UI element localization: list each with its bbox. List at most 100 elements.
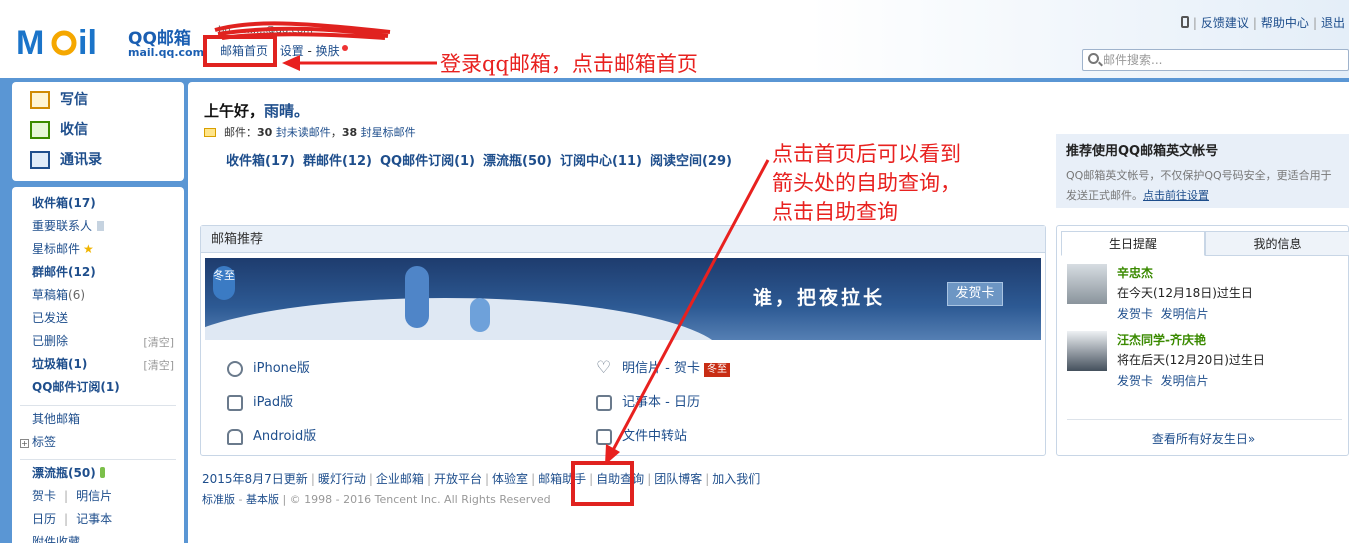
tags-folder[interactable]: + 标签	[20, 432, 56, 452]
folder-sent[interactable]: 已发送	[32, 308, 68, 328]
logout-link[interactable]: 退出	[1321, 16, 1345, 30]
starred-link[interactable]: 封星标邮件	[361, 126, 416, 139]
left-sidebar: 写信 收信 通讯录 收件箱(17) 重要联系人 星标邮件 ★ 群邮件(12) 草稿…	[12, 82, 184, 543]
compose-label: 写信	[60, 92, 88, 108]
promo-desc: QQ邮箱英文帐号，不仅保护QQ号码安全，更适合用于发送正式邮件。点击前往设置	[1066, 166, 1339, 206]
folder-group-mail[interactable]: 群邮件(12)	[32, 262, 96, 282]
cards-row: 贺卡 | 明信片	[32, 489, 113, 503]
svg-text:il: il	[78, 24, 97, 62]
birthday-date: 在今天(12月18日)过生日	[1117, 286, 1253, 300]
friend-name[interactable]: 汪杰同学-齐庆艳	[1117, 331, 1206, 348]
shortcut-subscription[interactable]: QQ邮件订阅(1)	[380, 154, 475, 169]
friend-name[interactable]: 辛忠杰	[1117, 264, 1153, 281]
envelope-icon	[204, 128, 216, 137]
footer-join-us[interactable]: 加入我们	[712, 472, 760, 486]
birthday-tabs: 生日提醒 我的信息	[1061, 231, 1349, 256]
app-label: iPhone版	[253, 361, 310, 376]
winter-banner[interactable]: 冬至 谁，把夜拉长 发贺卡	[205, 258, 1041, 340]
shortcut-group[interactable]: 群邮件(12)	[303, 154, 372, 169]
file-transfer-link[interactable]: 文件中转站	[596, 427, 687, 447]
banner-slogan: 谁，把夜拉长	[753, 287, 886, 309]
annotation-line: 箭头处的自助查询，	[772, 171, 961, 195]
mail-search-input[interactable]: 邮件搜索...	[1082, 49, 1349, 71]
app-label: 明信片 - 贺卡	[622, 361, 700, 376]
other-mailboxes[interactable]: 其他邮箱	[32, 409, 80, 429]
folder-starred[interactable]: 星标邮件 ★	[32, 239, 94, 259]
send-postcard-link[interactable]: 发明信片	[1161, 307, 1209, 321]
send-card-link[interactable]: 发贺卡	[1117, 307, 1153, 321]
english-account-promo: 推荐使用QQ邮箱英文帐号 QQ邮箱英文帐号，不仅保护QQ号码安全，更适合用于发送…	[1056, 134, 1349, 208]
folder-count: (6)	[68, 288, 86, 302]
folder-qq-subscription[interactable]: QQ邮件订阅(1)	[32, 377, 120, 397]
calendar-link[interactable]: 日历	[32, 512, 56, 526]
ipad-app-link[interactable]: iPad版	[227, 393, 293, 413]
promo-settings-link[interactable]: 点击前往设置	[1143, 189, 1209, 202]
postcard-link[interactable]: 明信片	[76, 489, 112, 503]
footer-enterprise[interactable]: 企业邮箱	[376, 472, 424, 486]
mail-prefix: 邮件：	[224, 126, 257, 139]
clear-trash-link[interactable]: [清空]	[143, 357, 174, 373]
annotation-line: 点击首页后可以看到	[772, 142, 961, 166]
shortcut-inbox[interactable]: 收件箱(17)	[226, 154, 295, 169]
tab-birthday[interactable]: 生日提醒	[1061, 231, 1205, 256]
birthday-person: 辛忠杰 在今天(12月18日)过生日 发贺卡 发明信片	[1067, 264, 1337, 326]
standard-version-link[interactable]: 标准版	[202, 493, 235, 506]
folder-trash[interactable]: 垃圾箱(1)	[32, 354, 87, 374]
footer-update[interactable]: 2015年8月7日更新	[202, 472, 308, 486]
notebook-app-link[interactable]: 记事本 - 日历	[596, 393, 700, 413]
avatar[interactable]	[1067, 331, 1107, 371]
attachment-favorites[interactable]: 附件收藏	[32, 532, 80, 543]
shortcut-subscribe-center[interactable]: 订阅中心(11)	[560, 154, 642, 169]
greeting-card-link[interactable]: 贺卡	[32, 489, 56, 503]
highlight-box-self-service	[571, 461, 634, 506]
iphone-app-link[interactable]: iPhone版	[227, 359, 310, 379]
settings-link[interactable]: 设置	[280, 44, 304, 58]
avatar[interactable]	[1067, 264, 1107, 304]
person-actions: 发贺卡 发明信片	[1117, 305, 1209, 322]
search-placeholder: 邮件搜索...	[1103, 53, 1163, 67]
shortcut-bottle[interactable]: 漂流瓶(50)	[483, 154, 552, 169]
qqmail-logo[interactable]: M il	[16, 22, 126, 62]
send-postcard-link[interactable]: 发明信片	[1161, 374, 1209, 388]
user-name[interactable]: 雨晴。	[264, 102, 309, 120]
android-app-link[interactable]: Android版	[227, 427, 316, 447]
unread-link[interactable]: 封未读邮件	[276, 126, 331, 139]
all-birthdays-link[interactable]: 查看所有好友生日»	[1057, 430, 1349, 447]
compose-button[interactable]: 写信	[30, 88, 88, 112]
clear-deleted-link[interactable]: [清空]	[143, 334, 174, 350]
notebook-link[interactable]: 记事本	[76, 512, 112, 526]
postcard-app-link[interactable]: ♡ 明信片 - 贺卡 冬至	[596, 359, 730, 379]
skin-link[interactable]: 换肤	[316, 44, 340, 58]
send-card-button[interactable]: 发贺卡	[947, 282, 1003, 306]
folder-drafts[interactable]: 草稿箱(6)	[32, 285, 85, 305]
contacts-label: 通讯录	[60, 152, 102, 168]
heart-icon: ♡	[596, 358, 612, 378]
snow-hill	[205, 298, 725, 340]
footer-lab[interactable]: 体验室	[492, 472, 528, 486]
shortcut-reading-space[interactable]: 阅读空间(29)	[650, 154, 732, 169]
folder-deleted[interactable]: 已删除	[32, 331, 68, 351]
help-link[interactable]: 帮助中心	[1261, 16, 1309, 30]
character-figure-small	[470, 298, 490, 332]
phone-icon[interactable]	[1180, 16, 1189, 28]
tab-my-info[interactable]: 我的信息	[1205, 231, 1349, 256]
winter-solstice-tag: 冬至	[213, 266, 235, 300]
folder-list: 收件箱(17) 重要联系人 星标邮件 ★ 群邮件(12) 草稿箱(6) 已发送 已…	[12, 187, 184, 543]
write-icon	[30, 91, 50, 109]
send-card-link[interactable]: 发贺卡	[1117, 374, 1153, 388]
folder-count: (1)	[100, 380, 120, 394]
bottle-count: (50)	[68, 466, 96, 480]
contacts-button[interactable]: 通讯录	[30, 148, 102, 172]
drift-bottle[interactable]: 漂流瓶(50)	[32, 463, 105, 483]
receive-button[interactable]: 收信	[30, 118, 88, 142]
folder-important-contacts[interactable]: 重要联系人	[32, 216, 105, 236]
footer-open-platform[interactable]: 开放平台	[434, 472, 482, 486]
feedback-link[interactable]: 反馈建议	[1201, 16, 1249, 30]
footer-warm-light[interactable]: 暖灯行动	[318, 472, 366, 486]
svg-text:M: M	[16, 24, 44, 62]
basic-version-link[interactable]: 基本版	[246, 493, 279, 506]
folder-inbox[interactable]: 收件箱(17)	[32, 193, 96, 213]
folder-label: 重要联系人	[32, 219, 93, 233]
folder-count: (12)	[68, 265, 96, 279]
footer-team-blog[interactable]: 团队博客	[654, 472, 702, 486]
